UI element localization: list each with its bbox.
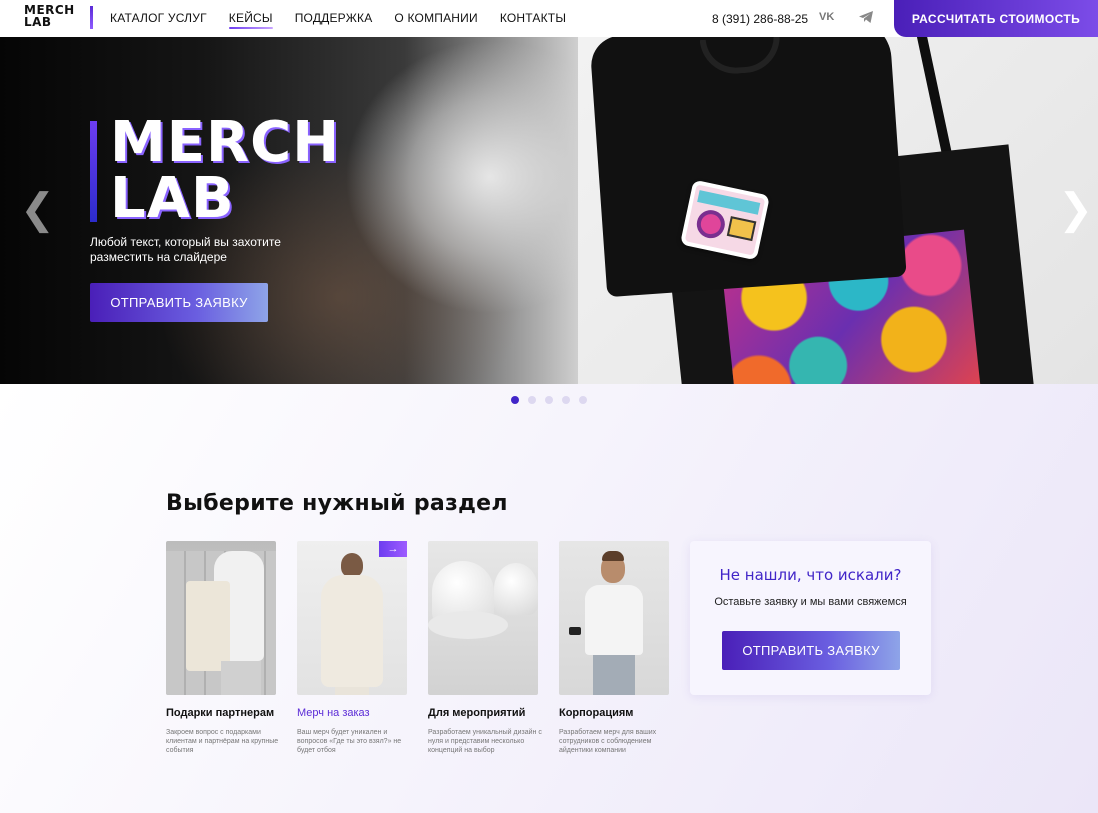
sections-block-background (0, 384, 1098, 813)
card-title: Корпорациям (559, 707, 634, 719)
hero-slider: MERCH LAB Любой текст, который вы захоти… (0, 37, 1098, 384)
category-card-partners[interactable]: Подарки партнерам Закроем вопрос с подар… (166, 541, 278, 754)
slider-pagination (511, 396, 587, 404)
card-image (297, 541, 407, 695)
card-image (428, 541, 538, 695)
card-image (559, 541, 669, 695)
nav-item-cases[interactable]: КЕЙСЫ (228, 11, 273, 29)
site-header: MERCH LAB КАТАЛОГ УСЛУГ КЕЙСЫ ПОДДЕРЖКА … (0, 0, 1098, 37)
card-description: Ваш мерч будет уникален и вопросов «Где … (297, 729, 402, 754)
card-title: Для мероприятий (428, 707, 526, 719)
slider-dot-2[interactable] (528, 396, 536, 404)
cta-submit-request-button[interactable]: ОТПРАВИТЬ ЗАЯВКУ (722, 631, 900, 670)
category-card-events[interactable]: Для мероприятий Разработаем уникальный д… (428, 541, 542, 754)
cta-title: Не нашли, что искали? (719, 566, 902, 584)
logo-text-line2: LAB (24, 15, 52, 29)
hero-title-accent-bar (90, 121, 97, 222)
slider-dot-4[interactable] (562, 396, 570, 404)
calculate-cost-button[interactable]: РАССЧИТАТЬ СТОИМОСТЬ (894, 0, 1098, 37)
card-description: Разработаем уникальный дизайн с нуля и п… (428, 729, 542, 754)
slider-dot-3[interactable] (545, 396, 553, 404)
section-title: Выберите нужный раздел (166, 491, 508, 516)
chevron-right-icon[interactable]: ❯ (1058, 188, 1093, 230)
nav-item-support[interactable]: ПОДДЕРЖКА (295, 11, 373, 25)
hero-subtitle: Любой текст, который вы захотите размест… (90, 235, 281, 264)
card-title: Подарки партнерам (166, 707, 275, 719)
hero-submit-request-button[interactable]: ОТПРАВИТЬ ЗАЯВКУ (90, 283, 268, 322)
card-description: Разработаем мерч для ваших сотрудников с… (559, 729, 657, 754)
site-logo[interactable]: MERCH LAB (24, 4, 96, 32)
hero-title: MERCH LAB (110, 115, 340, 227)
category-card-corporations[interactable]: Корпорациям Разработаем мерч для ваших с… (559, 541, 669, 754)
nav-item-about[interactable]: О КОМПАНИИ (394, 11, 477, 25)
card-image (166, 541, 276, 695)
main-nav: КАТАЛОГ УСЛУГ КЕЙСЫ ПОДДЕРЖКА О КОМПАНИИ… (110, 11, 588, 29)
category-card-custom-merch[interactable]: → Мерч на заказ Ваш мерч будет уникален … (297, 541, 407, 754)
card-title: Мерч на заказ (297, 707, 370, 719)
vk-icon[interactable]: VK (819, 11, 834, 23)
nav-item-catalog[interactable]: КАТАЛОГ УСЛУГ (110, 11, 207, 25)
phone-number[interactable]: 8 (391) 286-88-25 (712, 12, 808, 26)
cta-text: Оставьте заявку и мы вами свяжемся (714, 596, 907, 608)
hero-title-line2: LAB (110, 166, 235, 231)
not-found-cta-box: Не нашли, что искали? Оставьте заявку и … (690, 541, 931, 695)
nav-item-contacts[interactable]: КОНТАКТЫ (500, 11, 566, 25)
telegram-icon[interactable] (858, 10, 874, 24)
hero-product-image (578, 37, 1098, 384)
slider-dot-5[interactable] (579, 396, 587, 404)
hero-title-line1: MERCH (110, 110, 341, 175)
slider-dot-1[interactable] (511, 396, 519, 404)
chevron-left-icon[interactable]: ❮ (20, 188, 55, 230)
arrow-right-icon[interactable]: → (379, 541, 407, 557)
card-description: Закроем вопрос с подарками клиентам и па… (166, 729, 279, 754)
logo-accent-bar (90, 6, 93, 29)
